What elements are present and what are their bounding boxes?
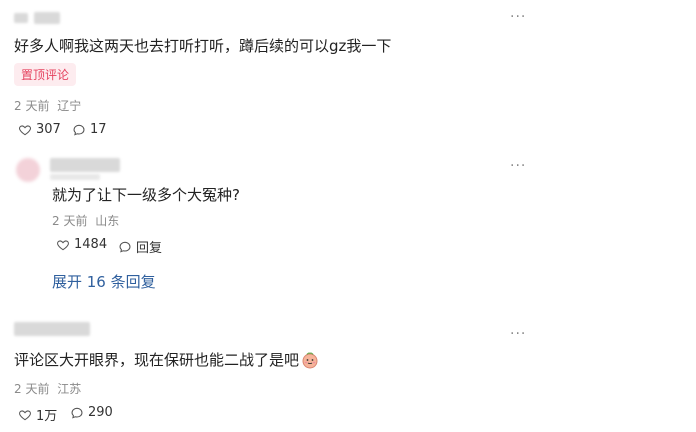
like-count: 307	[36, 122, 61, 137]
comment-text: 好多人啊我这两天也去打听打听，蹲后续的可以gz我一下	[14, 37, 392, 55]
comment-location: 山东	[95, 214, 120, 228]
comment-location: 辽宁	[57, 99, 82, 113]
username-blurred[interactable]	[50, 158, 120, 172]
reply-count: 290	[88, 405, 113, 420]
heart-icon	[19, 409, 31, 420]
comment-meta: 2 天前 辽宁	[14, 97, 81, 114]
reply-button[interactable]: 290	[70, 405, 113, 420]
more-options-icon[interactable]: ···	[510, 9, 526, 25]
heart-icon	[19, 124, 31, 135]
username-blurred[interactable]	[34, 12, 60, 24]
like-button[interactable]: 307	[18, 122, 61, 137]
pinned-comment-badge: 置顶评论	[14, 63, 77, 86]
comment-text: 就为了让下一级多个大冤种?	[52, 186, 240, 204]
comment-text-content: 评论区大开眼界，现在保研也能二战了是吧	[14, 351, 300, 369]
comment-location: 江苏	[57, 382, 82, 396]
blushing-emoji-icon	[302, 351, 318, 368]
like-count: 1484	[74, 237, 108, 252]
reply-count: 17	[90, 122, 107, 137]
like-button[interactable]: 1万	[18, 405, 57, 424]
comment-2: ··· 就为了让下一级多个大冤种? 2 天前 山东 1484 回复 展开 16 …	[0, 150, 696, 310]
comment-text: 评论区大开眼界，现在保研也能二战了是吧	[14, 349, 319, 370]
heart-icon	[57, 239, 69, 250]
comment-icon	[73, 124, 85, 136]
expand-replies-link[interactable]: 展开 16 条回复	[52, 271, 156, 292]
comment-time: 2 天前	[14, 382, 50, 396]
comment-meta: 2 天前 山东	[52, 212, 119, 229]
more-options-icon[interactable]: ···	[510, 326, 526, 342]
comment-time: 2 天前	[14, 99, 50, 113]
reply-button[interactable]: 回复	[118, 237, 162, 256]
username-blurred[interactable]	[14, 13, 28, 23]
like-count: 1万	[36, 409, 58, 424]
reply-button[interactable]: 17	[72, 122, 107, 137]
username-blurred[interactable]	[14, 322, 90, 336]
like-button[interactable]: 1484	[56, 237, 107, 252]
comment-time: 2 天前	[52, 214, 88, 228]
comment-3: ··· 评论区大开眼界，现在保研也能二战了是吧 2 天前 江苏 1万 290	[0, 318, 696, 432]
comment-meta: 2 天前 江苏	[14, 380, 81, 397]
more-options-icon[interactable]: ···	[510, 158, 526, 174]
username-blurred[interactable]	[50, 174, 100, 180]
reply-label: 回复	[136, 241, 163, 256]
avatar-blurred[interactable]	[16, 158, 40, 182]
comment-icon	[119, 241, 131, 253]
comment-1: ··· 好多人啊我这两天也去打听打听，蹲后续的可以gz我一下 置顶评论 2 天前…	[0, 0, 696, 150]
comment-icon	[71, 407, 83, 419]
